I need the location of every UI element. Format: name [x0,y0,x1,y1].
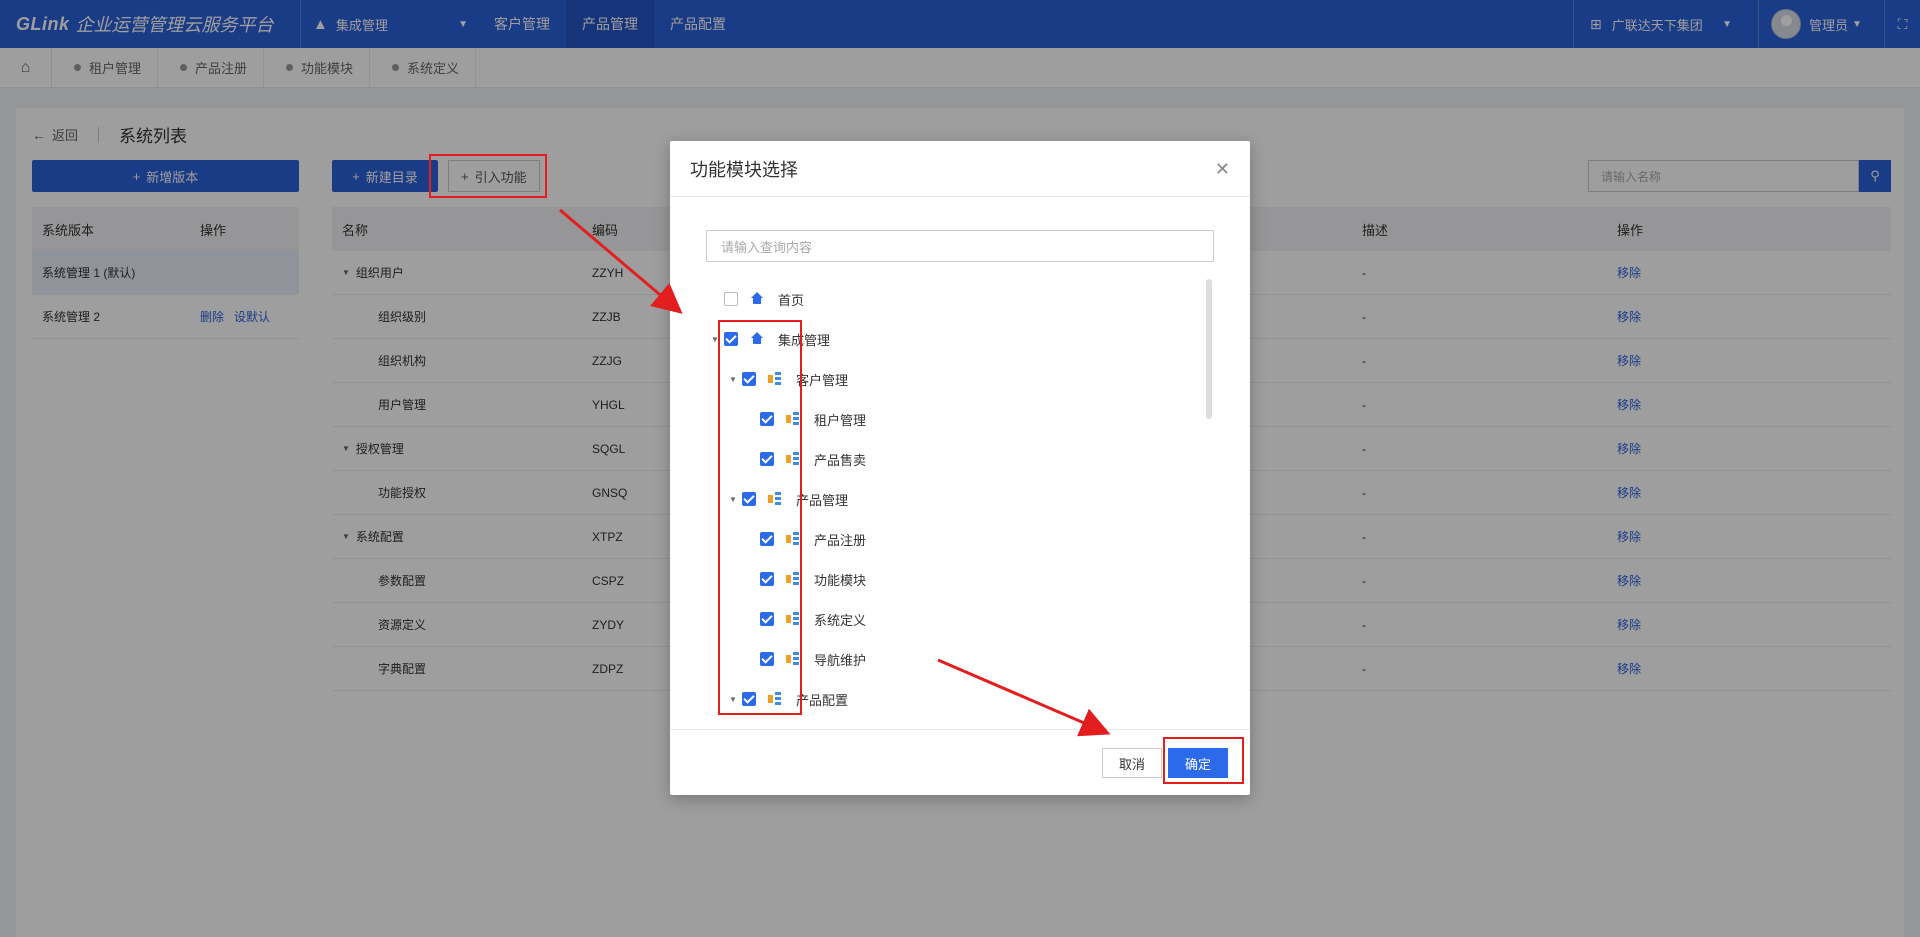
tree-search-input[interactable]: 请输入查询内容 [706,230,1214,262]
tree-node-label: 首页 [778,292,805,308]
checkbox[interactable] [724,292,738,306]
tree-node-label: 产品配置 [796,692,849,708]
annotation-box-import [429,154,547,198]
tree-node-label: 客户管理 [796,372,849,388]
tree-node-label: 导航维护 [814,652,867,668]
dialog-title: 功能模块选择 [670,141,1250,197]
scrollbar[interactable] [1206,279,1212,419]
tree-node[interactable]: 首页 [706,279,1196,319]
cancel-button[interactable]: 取消 [1102,748,1162,778]
home-icon [750,292,764,306]
tree-node-label: 租户管理 [814,412,867,428]
tree-node-label: 系统定义 [814,612,867,628]
tree-node-label: 功能模块 [814,572,867,588]
annotation-box-checkboxes [718,320,802,715]
tree-node-label: 产品管理 [796,492,849,508]
tree-node-label: 产品售卖 [814,452,867,468]
annotation-box-confirm [1163,737,1244,784]
close-icon[interactable]: ✕ [1215,159,1230,180]
tree-node-label: 产品注册 [814,532,867,548]
